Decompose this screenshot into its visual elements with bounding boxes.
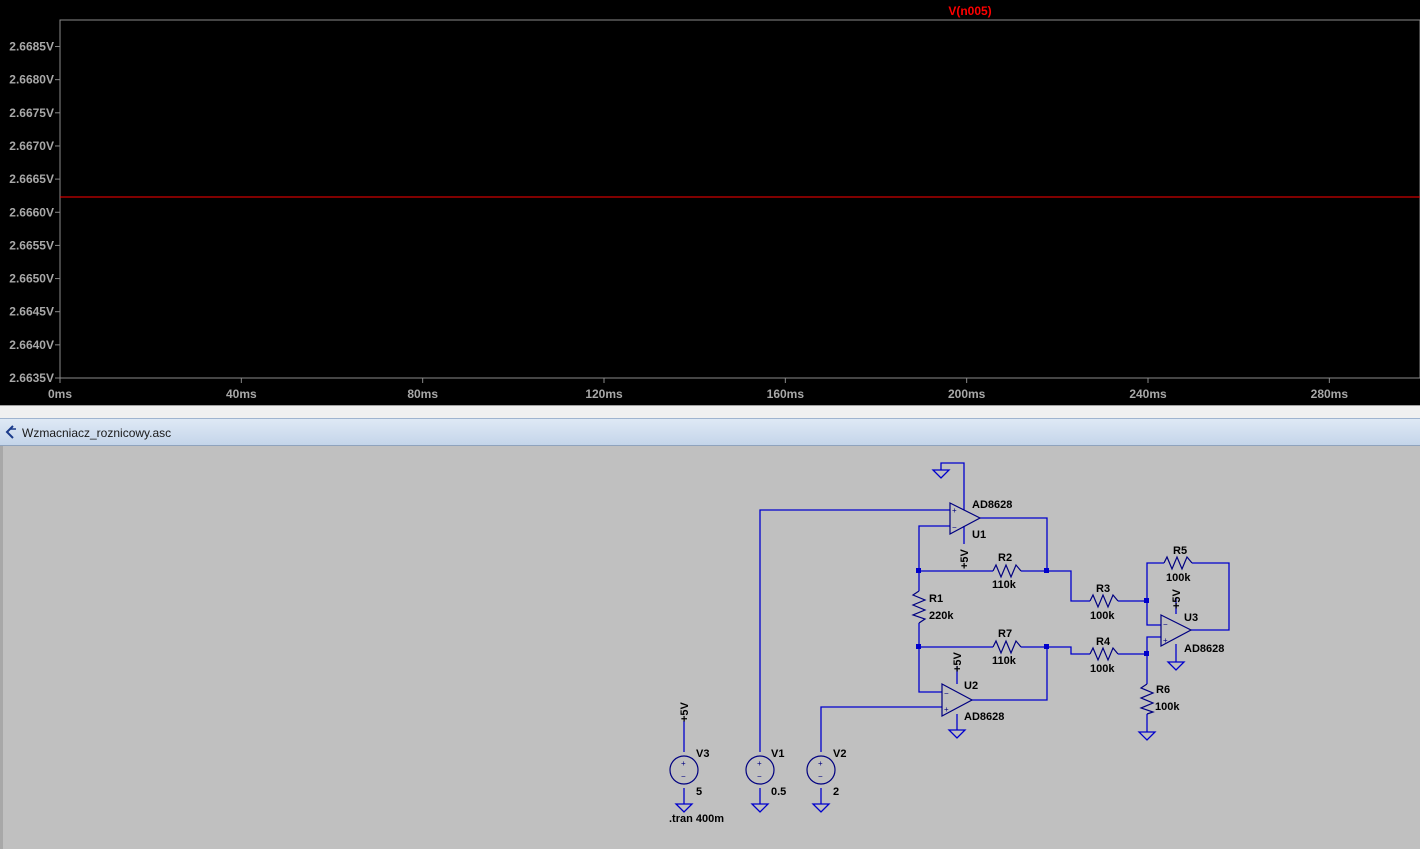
svg-text:AD8628: AD8628 [964, 711, 1004, 723]
x-tick-label: 160ms [767, 387, 805, 401]
schematic-drawing[interactable]: R2 110k R7 110k R3 100k R4 100k R5 100k … [3, 446, 1420, 849]
x-tick-label: 40ms [226, 387, 257, 401]
svg-text:100k: 100k [1155, 701, 1180, 713]
svg-text:+: + [818, 759, 823, 768]
svg-text:+: + [757, 759, 762, 768]
svg-text:R2: R2 [998, 552, 1012, 564]
schematic-title: Wzmacniacz_roznicowy.asc [22, 426, 172, 440]
trace-label[interactable]: V(n005) [948, 4, 991, 18]
y-tick-label: 2.6640V [9, 338, 54, 352]
svg-text:R6: R6 [1156, 684, 1170, 696]
svg-text:U3: U3 [1184, 612, 1198, 624]
svg-text:+: + [1163, 636, 1168, 645]
svg-text:−: − [681, 772, 686, 781]
svg-text:AD8628: AD8628 [1184, 643, 1224, 655]
svg-text:−: − [818, 772, 823, 781]
waveform-pane[interactable]: V(n005) 2.6635V 2.6640V 2.6645V 2.6650V 2.66… [0, 0, 1420, 405]
svg-text:V3: V3 [696, 748, 709, 760]
svg-text:+: + [681, 759, 686, 768]
svg-text:2: 2 [833, 786, 839, 798]
voltage-source-V1[interactable]: + − V1 0.5 [745, 748, 786, 798]
y-tick-label: 2.6680V [9, 73, 54, 87]
resistor-R7[interactable]: R7 110k [992, 628, 1022, 667]
x-axis: 0ms 40ms 80ms 120ms 160ms 200ms 240ms 280ms [48, 378, 1348, 401]
svg-text:+: + [944, 705, 949, 714]
svg-text:AD8628: AD8628 [972, 499, 1012, 511]
resistor-R4[interactable]: R4 100k [1089, 636, 1119, 675]
schematic-titlebar[interactable]: Wzmacniacz_roznicowy.asc [0, 418, 1420, 446]
svg-text:U1: U1 [972, 529, 986, 541]
x-tick-label: 240ms [1129, 387, 1167, 401]
voltage-source-V2[interactable]: + − V2 2 [806, 748, 846, 798]
y-tick-label: 2.6655V [9, 238, 54, 252]
resistor-R6[interactable]: R6 100k [1139, 683, 1180, 715]
svg-text:U2: U2 [964, 680, 978, 692]
svg-text:+5V: +5V [1171, 588, 1183, 609]
y-tick-label: 2.6675V [9, 106, 54, 120]
ltspice-schematic-icon [5, 425, 16, 439]
svg-text:R3: R3 [1096, 583, 1110, 595]
x-tick-label: 80ms [407, 387, 438, 401]
x-tick-label: 280ms [1311, 387, 1349, 401]
svg-text:R1: R1 [929, 593, 943, 605]
svg-text:+5V: +5V [959, 548, 971, 569]
y-tick-label: 2.6645V [9, 305, 54, 319]
opamp-U3[interactable]: − + U3 AD8628 +5V [1160, 588, 1224, 655]
svg-text:−: − [944, 689, 949, 698]
resistor-R5[interactable]: R5 100k [1163, 545, 1193, 584]
y-tick-label: 2.6685V [9, 40, 54, 54]
svg-text:R5: R5 [1173, 545, 1187, 557]
x-tick-label: 120ms [585, 387, 623, 401]
svg-text:220k: 220k [929, 610, 954, 622]
resistor-R2[interactable]: R2 110k [992, 552, 1022, 591]
svg-text:110k: 110k [992, 655, 1017, 667]
svg-text:0.5: 0.5 [771, 786, 786, 798]
y-axis: 2.6635V 2.6640V 2.6645V 2.6650V 2.6655V 2.666… [9, 40, 60, 385]
plot-area[interactable] [59, 19, 1420, 379]
schematic-canvas[interactable]: R2 110k R7 110k R3 100k R4 100k R5 100k … [0, 446, 1420, 849]
y-tick-label: 2.6650V [9, 272, 54, 286]
svg-text:R4: R4 [1096, 636, 1111, 648]
svg-text:−: − [952, 523, 957, 532]
svg-text:−: − [757, 772, 762, 781]
svg-text:100k: 100k [1090, 610, 1115, 622]
y-tick-label: 2.6635V [9, 371, 54, 385]
voltage-source-V3[interactable]: + − V3 5 +5V [669, 701, 709, 798]
svg-text:+5V: +5V [952, 651, 964, 672]
svg-text:V1: V1 [771, 748, 784, 760]
svg-text:100k: 100k [1166, 572, 1191, 584]
y-tick-label: 2.6670V [9, 139, 54, 153]
svg-text:R7: R7 [998, 628, 1012, 640]
svg-text:−: − [1163, 620, 1168, 629]
waveform-plot[interactable]: V(n005) 2.6635V2.6640V2.6645V2.6650V2.66… [0, 0, 1420, 405]
resistor-R3[interactable]: R3 100k [1089, 583, 1119, 622]
svg-text:5: 5 [696, 786, 702, 798]
x-tick-label: 200ms [948, 387, 986, 401]
resistor-R1[interactable]: R1 220k [911, 590, 954, 624]
y-tick-label: 2.6665V [9, 172, 54, 186]
pane-splitter[interactable] [0, 405, 1420, 418]
y-tick-label: 2.6660V [9, 205, 54, 219]
svg-text:+5V: +5V [679, 701, 691, 722]
spice-directive[interactable]: .tran 400m [669, 813, 724, 825]
svg-text:V2: V2 [833, 748, 846, 760]
svg-text:+: + [952, 506, 957, 515]
x-tick-label: 0ms [48, 387, 72, 401]
svg-text:110k: 110k [992, 579, 1017, 591]
svg-text:100k: 100k [1090, 663, 1115, 675]
